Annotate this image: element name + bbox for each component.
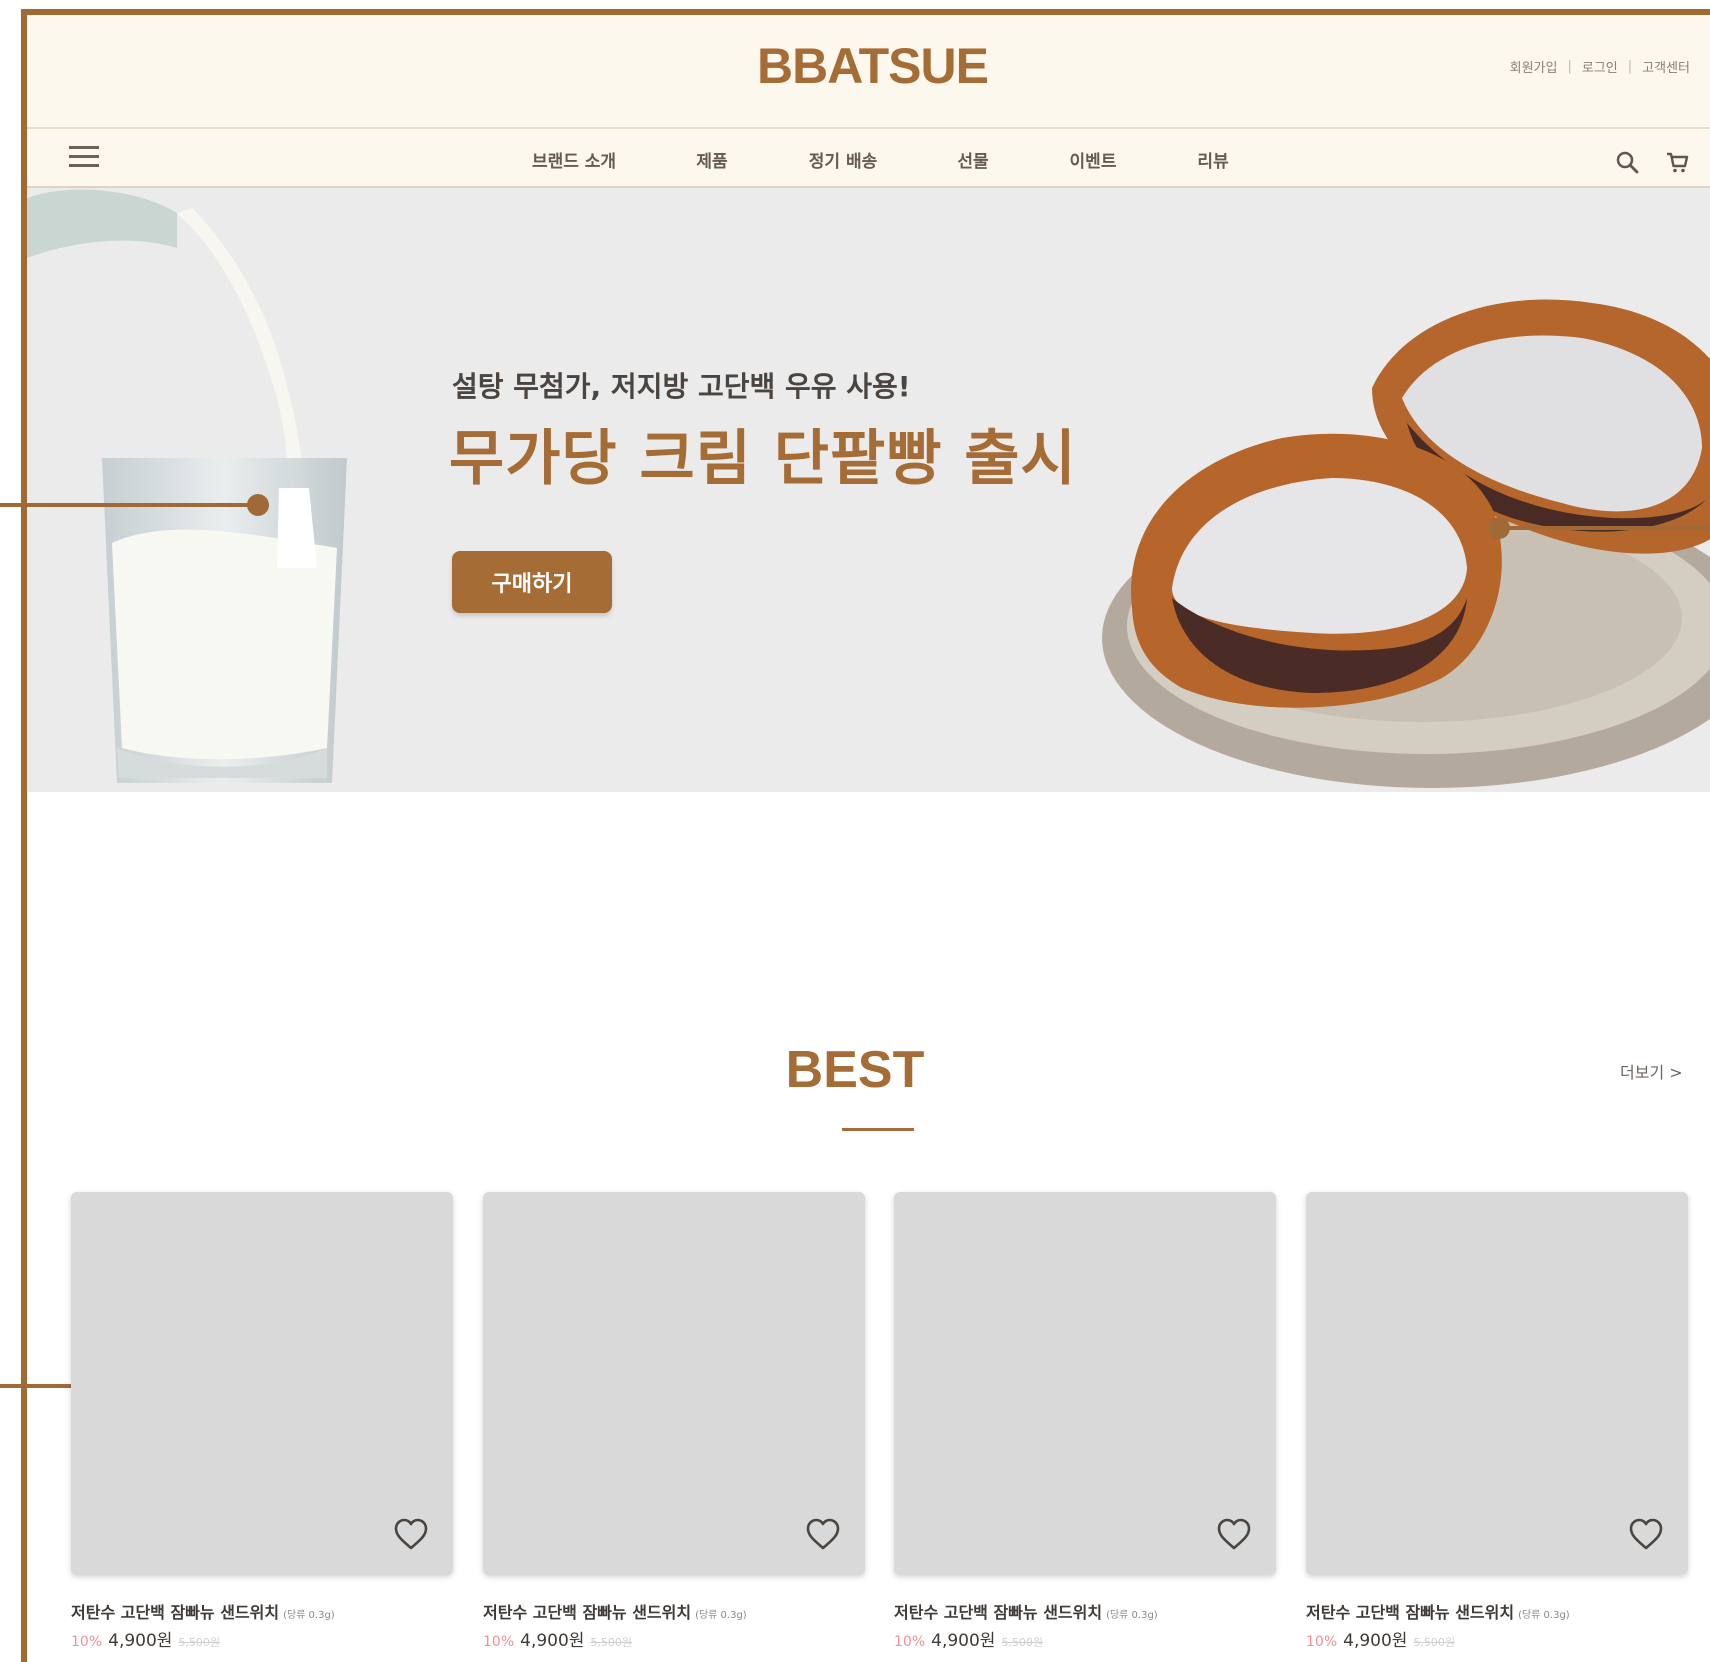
cream-bread-image — [1102, 299, 1710, 788]
hero-banner[interactable]: 설탕 무첨가, 저지방 고단백 우유 사용! 무가당 크림 단팥빵 출시 구매하… — [27, 188, 1710, 792]
heart-icon[interactable] — [391, 1515, 431, 1555]
util-separator: | — [1627, 59, 1633, 74]
nav-review[interactable]: 리뷰 — [1197, 147, 1228, 172]
header-divider — [27, 127, 1710, 129]
callout-dot-bread — [1488, 517, 1510, 539]
product-name[interactable]: 저탄수 고단백 잠빠뉴 샌드위치 (당류 0.3g) — [1306, 1599, 1570, 1623]
callout-line-milk — [0, 503, 258, 507]
hero-subtitle: 설탕 무첨가, 저지방 고단백 우유 사용! — [452, 370, 911, 403]
nav-gift[interactable]: 선물 — [957, 147, 988, 172]
product-card-image[interactable] — [894, 1192, 1276, 1575]
heart-icon[interactable] — [1626, 1515, 1666, 1555]
nav-products[interactable]: 제품 — [696, 147, 727, 172]
product-price: 10% 4,900원 5,500원 — [1306, 1631, 1456, 1651]
product-name[interactable]: 저탄수 고단백 잠빠뉴 샌드위치 (당류 0.3g) — [483, 1599, 747, 1623]
util-separator: | — [1567, 59, 1572, 74]
site-header: BBATSUE 회원가입 | 로그인 | 고객센터 브랜드 소개 제품 정기 배… — [27, 15, 1710, 188]
product-price: 10% 4,900원 5,500원 — [894, 1631, 1044, 1651]
product-price: 10% 4,900원 5,500원 — [483, 1631, 633, 1651]
best-title-underline — [842, 1128, 914, 1131]
utility-links: 회원가입 | 로그인 | 고객센터 — [1510, 57, 1690, 76]
product-name[interactable]: 저탄수 고단백 잠빠뉴 샌드위치 (당류 0.3g) — [71, 1599, 335, 1623]
heart-icon[interactable] — [1214, 1515, 1254, 1555]
nav-subscription[interactable]: 정기 배송 — [809, 147, 877, 172]
hero-title: 무가당 크림 단팥빵 출시 — [449, 424, 1077, 494]
search-icon[interactable] — [1614, 149, 1640, 175]
milk-glass-image — [27, 189, 347, 783]
brand-logo[interactable]: BBATSUE — [757, 37, 989, 95]
product-card-image[interactable] — [483, 1192, 865, 1575]
heart-icon[interactable] — [803, 1515, 843, 1555]
signup-link[interactable]: 회원가입 — [1510, 57, 1558, 76]
callout-line-bread — [1499, 526, 1710, 530]
cart-icon[interactable] — [1664, 149, 1690, 175]
product-price: 10% 4,900원 5,500원 — [71, 1631, 221, 1651]
main-nav: 브랜드 소개 제품 정기 배송 선물 이벤트 리뷰 — [27, 147, 1710, 173]
product-name[interactable]: 저탄수 고단백 잠빠뉴 샌드위치 (당류 0.3g) — [894, 1599, 1158, 1623]
login-link[interactable]: 로그인 — [1582, 57, 1618, 76]
more-link[interactable]: 더보기 > — [1620, 1059, 1683, 1083]
customer-center-link[interactable]: 고객센터 — [1642, 57, 1690, 76]
buy-button[interactable]: 구매하기 — [452, 551, 612, 613]
nav-brand-intro[interactable]: 브랜드 소개 — [532, 147, 616, 172]
nav-event[interactable]: 이벤트 — [1070, 147, 1117, 172]
product-card-image[interactable] — [1306, 1192, 1688, 1575]
product-card-image[interactable] — [71, 1192, 453, 1575]
best-section-title: BEST — [785, 1041, 925, 1099]
callout-dot-milk — [247, 494, 269, 516]
